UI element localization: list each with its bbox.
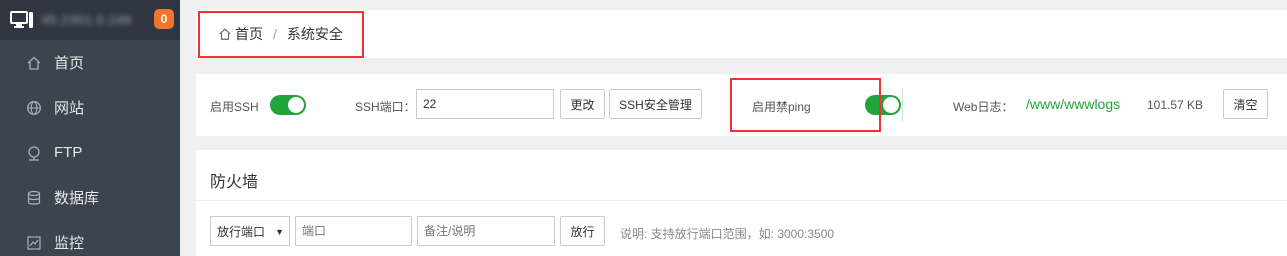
ssh-port-label: SSH端口： — [355, 100, 416, 114]
allow-port-button[interactable]: 放行 — [560, 216, 605, 246]
firewall-hint: 说明: 支持放行端口范围，如: 3000:3500 — [620, 227, 835, 241]
divider — [196, 200, 1287, 201]
notification-badge[interactable]: 0 — [154, 9, 174, 29]
ssh-toggle[interactable] — [270, 95, 306, 115]
sidebar-item-label: FTP — [54, 144, 83, 161]
firewall-type-value: 放行端口 — [217, 224, 266, 239]
sidebar-item-monitor[interactable]: 监控 — [0, 220, 180, 256]
web-log-path-link[interactable]: /www/wwwlogs — [1026, 96, 1120, 112]
sidebar: 45.2301.0.146 0 首页 网站 FTP 数据库 监控 — [0, 0, 180, 256]
globe-icon — [26, 100, 42, 116]
firewall-panel: 防火墙 放行端口 ▼ 放行 说明: 支持放行端口范围，如: 3000:3500 — [196, 150, 1287, 256]
sidebar-item-label: 监控 — [54, 235, 85, 252]
change-port-button[interactable]: 更改 — [560, 89, 605, 119]
monitor-chart-icon — [26, 235, 42, 251]
web-log-size: 101.57 KB — [1147, 98, 1204, 112]
ftp-icon — [26, 145, 42, 161]
divider — [902, 88, 903, 122]
sidebar-header: 45.2301.0.146 0 — [0, 0, 180, 40]
ssh-label: 启用SSH — [210, 100, 259, 114]
caret-down-icon: ▼ — [275, 227, 284, 237]
web-log-label: Web日志： — [953, 100, 1014, 114]
sidebar-nav: 首页 网站 FTP 数据库 监控 — [0, 40, 180, 256]
firewall-type-select[interactable]: 放行端口 ▼ — [210, 216, 290, 246]
clear-log-button[interactable]: 清空 — [1223, 89, 1268, 119]
server-name: 45.2301.0.146 — [42, 13, 132, 27]
sidebar-item-label: 网站 — [54, 100, 85, 117]
sidebar-item-home[interactable]: 首页 — [0, 40, 180, 85]
sidebar-item-label: 数据库 — [54, 190, 100, 207]
highlight-box-ping — [730, 78, 881, 132]
sidebar-item-ftp[interactable]: FTP — [0, 130, 180, 175]
firewall-title: 防火墙 — [210, 174, 259, 191]
ssh-port-input[interactable] — [416, 89, 554, 119]
home-icon — [26, 55, 42, 71]
highlight-box-breadcrumb — [198, 11, 364, 58]
note-input[interactable] — [417, 216, 555, 246]
database-icon — [26, 190, 42, 206]
port-input[interactable] — [295, 216, 412, 246]
sidebar-item-label: 首页 — [54, 55, 85, 72]
ssh-manage-button[interactable]: SSH安全管理 — [609, 89, 702, 119]
sidebar-item-database[interactable]: 数据库 — [0, 175, 180, 220]
server-monitor-icon — [10, 11, 34, 29]
sidebar-item-website[interactable]: 网站 — [0, 85, 180, 130]
